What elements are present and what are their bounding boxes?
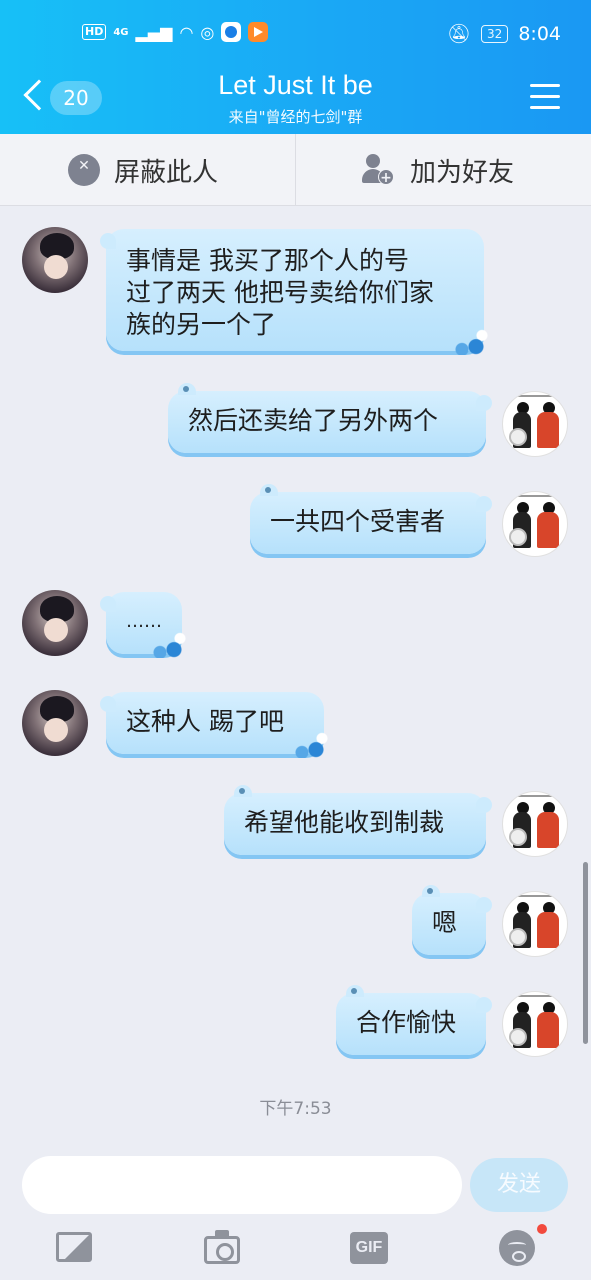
- bubble-tail: [476, 797, 492, 813]
- avatar-part: [515, 995, 559, 997]
- stranger-action-bar: 屏蔽此人 + 加为好友: [0, 134, 591, 206]
- message-line: 希望他能收到制裁: [244, 808, 445, 837]
- message-timestamp: 下午7:53: [259, 1099, 332, 1119]
- send-button[interactable]: 发送: [470, 1158, 568, 1212]
- message-line: 事情是 我买了那个人的号: [126, 246, 409, 275]
- bubble-decoration-icon: [178, 383, 196, 395]
- avatar-part: [509, 1012, 531, 1048]
- action-divider: [295, 134, 296, 206]
- chat-header: HD 4G ▂▄▆ ◠ ◎ 🔕︎ 32 8:04 20 Let Just It …: [0, 0, 591, 134]
- image-icon[interactable]: [56, 1232, 92, 1262]
- gif-icon[interactable]: GIF: [350, 1232, 388, 1264]
- avatar-part: [509, 412, 531, 448]
- message-bubble[interactable]: 这种人 踢了吧: [100, 692, 328, 758]
- bubble-tail: [476, 997, 492, 1013]
- bubble-tail: [100, 233, 116, 249]
- bubble-decoration-icon: [346, 985, 364, 997]
- bubble-tail: [100, 696, 116, 712]
- message-bubble[interactable]: 嗯: [412, 885, 492, 955]
- network-type: 4G: [113, 26, 129, 38]
- avatar-part: [515, 795, 559, 797]
- battery-indicator: 32: [481, 24, 509, 43]
- message-bubble[interactable]: ……: [100, 592, 186, 658]
- message-line: 过了两天 他把号卖给你们家: [126, 278, 434, 307]
- block-user-button[interactable]: 屏蔽此人: [68, 134, 218, 206]
- hamburger-line: [530, 95, 560, 98]
- wave-decoration-icon: [448, 327, 488, 355]
- chat-scrollbar[interactable]: [583, 862, 588, 1044]
- avatar-part: [537, 912, 559, 948]
- bubble-decoration-icon: [234, 785, 252, 797]
- status-left: HD 4G ▂▄▆ ◠ ◎: [82, 22, 269, 42]
- wave-decoration-icon: [288, 730, 328, 758]
- add-friend-label: 加为好友: [410, 157, 515, 188]
- chat-title: Let Just It be: [218, 70, 373, 100]
- bubble-tail: [476, 897, 492, 913]
- camera-icon[interactable]: [204, 1230, 240, 1264]
- block-user-label: 屏蔽此人: [114, 157, 219, 188]
- mute-bell-icon: 🔕︎: [446, 23, 472, 45]
- my-avatar[interactable]: [502, 791, 568, 857]
- icon-part: +: [378, 169, 394, 186]
- status-bar: HD 4G ▂▄▆ ◠ ◎ 🔕︎ 32 8:04: [0, 18, 591, 52]
- chat-subtitle: 来自"曾经的七剑"群: [228, 108, 363, 126]
- status-time: 8:04: [518, 22, 561, 45]
- app-notification-icon: [221, 22, 242, 42]
- emoji-icon[interactable]: [499, 1230, 535, 1266]
- bubble-tail: [476, 496, 492, 512]
- message-bubble[interactable]: 希望他能收到制裁: [224, 785, 492, 855]
- sync-icon: ◎: [200, 22, 215, 42]
- avatar-part: [509, 512, 531, 548]
- message-line: 嗯: [432, 908, 458, 937]
- avatar-part: [509, 912, 531, 948]
- wave-decoration-icon: [146, 630, 186, 658]
- avatar-part: [515, 895, 559, 897]
- bubble-decoration-icon: [260, 484, 278, 496]
- message-line: 族的另一个了: [126, 310, 277, 339]
- avatar-part: [537, 512, 559, 548]
- hd-badge: HD: [82, 24, 107, 40]
- menu-button[interactable]: [530, 84, 560, 110]
- notification-dot: [537, 1224, 547, 1234]
- status-right: 🔕︎ 32 8:04: [446, 22, 561, 46]
- add-friend-button[interactable]: + 加为好友: [362, 134, 514, 206]
- message-input[interactable]: [22, 1156, 462, 1214]
- message-bubble[interactable]: 一共四个受害者: [250, 484, 492, 554]
- avatar-part: [509, 812, 531, 848]
- avatar-part: [537, 412, 559, 448]
- my-avatar[interactable]: [502, 491, 568, 557]
- my-avatar[interactable]: [502, 991, 568, 1057]
- bubble-tail: [476, 395, 492, 411]
- message-line: 一共四个受害者: [270, 507, 446, 536]
- signal-icon: ▂▄▆: [135, 22, 173, 42]
- hamburger-line: [530, 106, 560, 109]
- message-bubble[interactable]: 事情是 我买了那个人的号 过了两天 他把号卖给你们家 族的另一个了: [100, 229, 488, 355]
- my-avatar[interactable]: [502, 391, 568, 457]
- icon-part: [366, 154, 380, 168]
- avatar-part: [515, 495, 559, 497]
- message-line: 合作愉快: [356, 1008, 457, 1037]
- add-friend-icon: +: [362, 153, 396, 187]
- message-bubble[interactable]: 然后还卖给了另外两个: [168, 383, 492, 453]
- peer-avatar[interactable]: [22, 227, 88, 293]
- video-app-icon: [248, 22, 269, 42]
- peer-avatar[interactable]: [22, 590, 88, 656]
- hamburger-icon: [530, 84, 560, 87]
- my-avatar[interactable]: [502, 891, 568, 957]
- peer-avatar[interactable]: [22, 690, 88, 756]
- composer: 发送 GIF: [0, 1140, 591, 1280]
- avatar-part: [515, 395, 559, 397]
- message-line: 然后还卖给了另外两个: [188, 406, 439, 435]
- avatar-part: [537, 1012, 559, 1048]
- bubble-decoration-icon: [422, 885, 440, 897]
- bubble-tail: [100, 596, 116, 612]
- message-line: 这种人 踢了吧: [126, 707, 284, 736]
- block-user-icon: [68, 154, 100, 186]
- avatar-part: [537, 812, 559, 848]
- wifi-icon: ◠: [179, 22, 194, 42]
- message-bubble[interactable]: 合作愉快: [336, 985, 492, 1055]
